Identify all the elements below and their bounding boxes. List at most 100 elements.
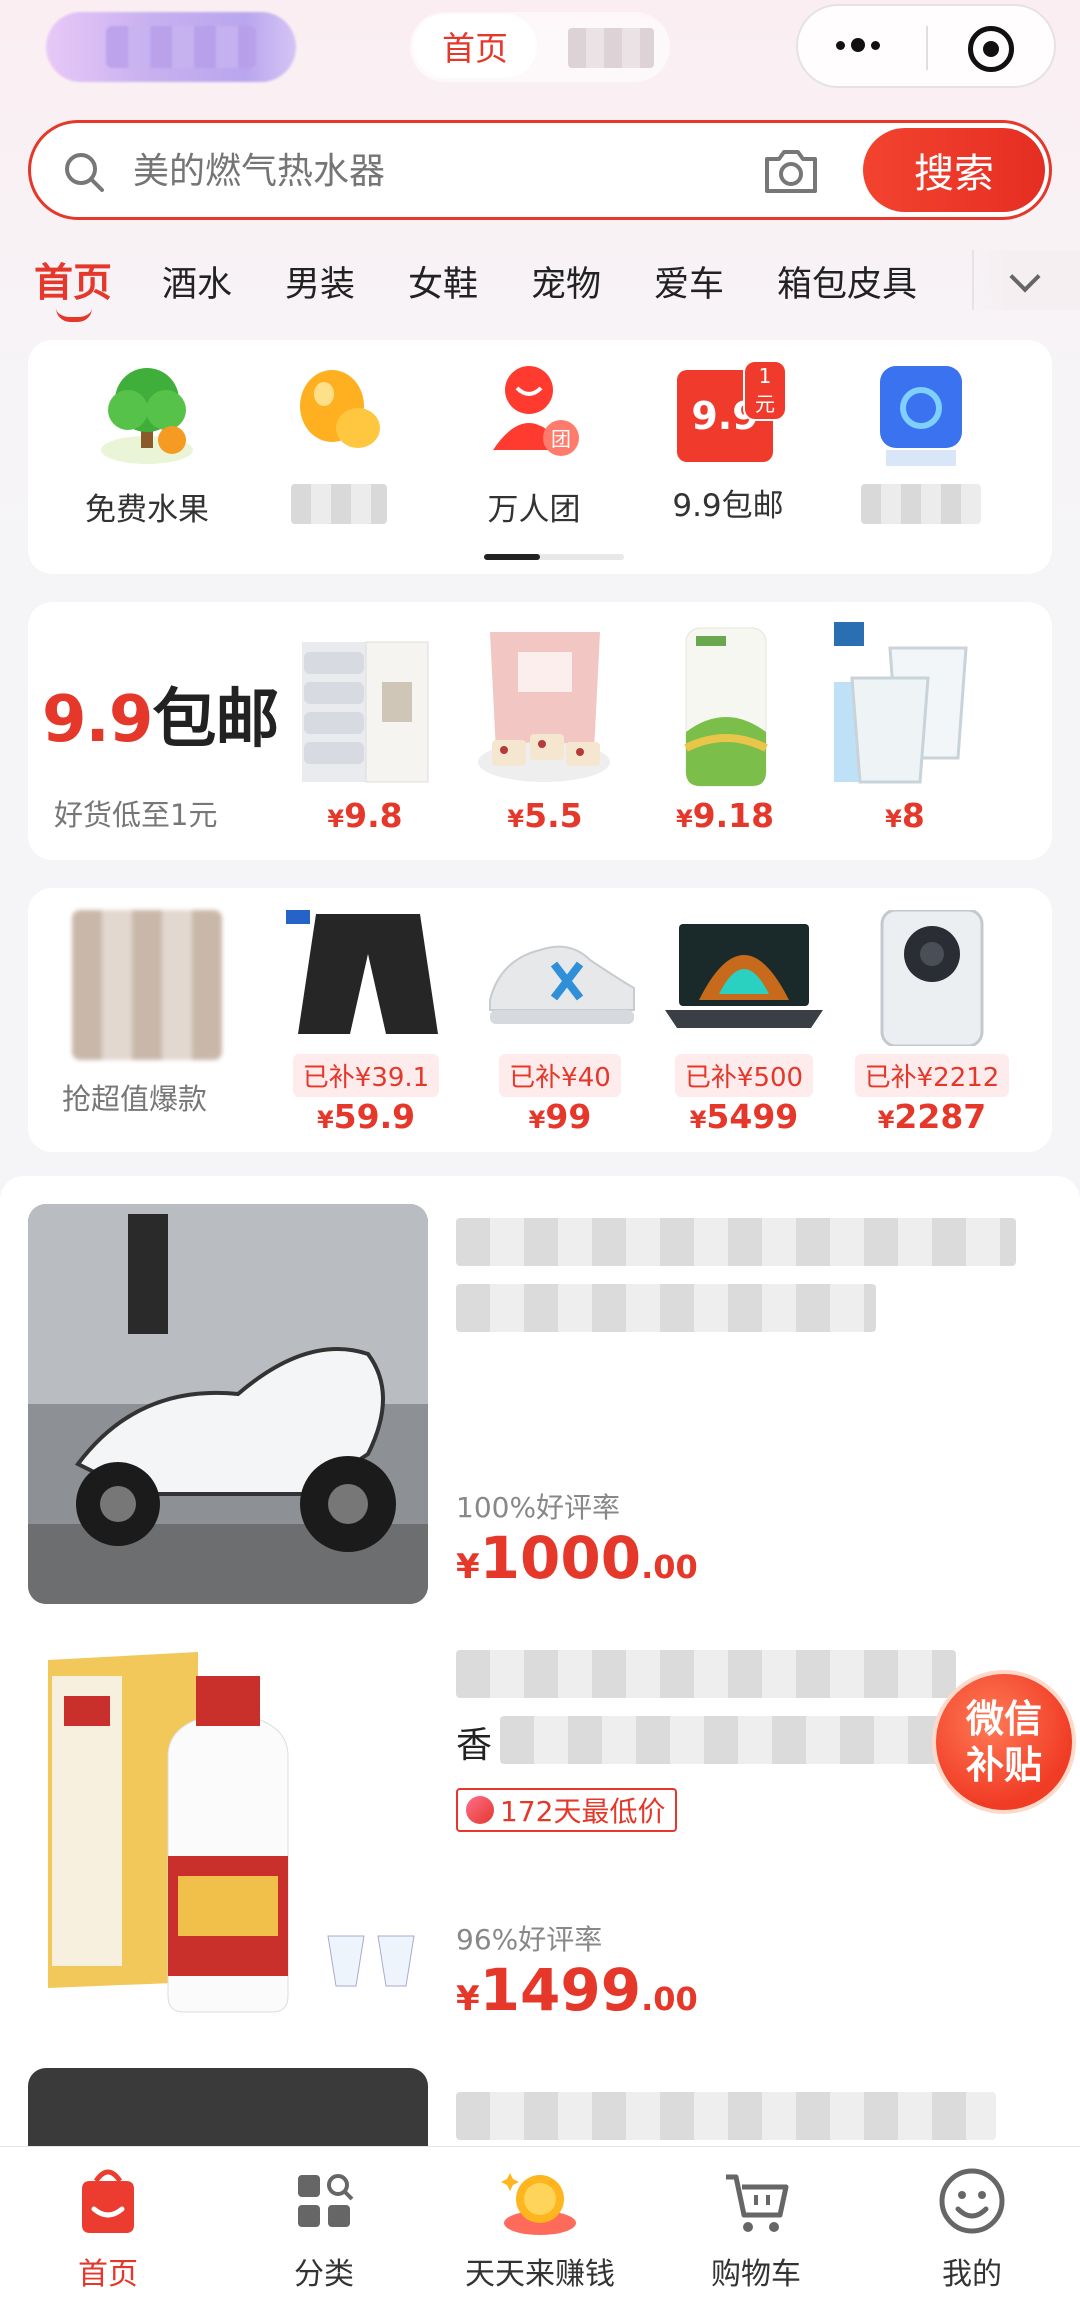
deal-product[interactable]: 已补¥2212 ¥2287 xyxy=(842,908,1022,1136)
pants-icon xyxy=(286,910,438,1034)
blue-box-icon xyxy=(880,366,962,466)
moutai-liquor-image xyxy=(28,1636,428,2036)
search-bar: 搜索 xyxy=(28,120,1052,220)
nav-label: 分类 xyxy=(294,2257,354,2292)
category-grid-icon xyxy=(298,2174,354,2227)
expand-categories-button[interactable] xyxy=(972,250,1080,310)
top-tab-home[interactable]: 首页 xyxy=(413,14,537,78)
deal-product[interactable]: ¥8 xyxy=(830,622,980,835)
top-tab-blurred[interactable] xyxy=(568,28,654,68)
feed-item[interactable] xyxy=(28,2068,1052,2148)
search-icon xyxy=(65,153,104,192)
miniprogram-capsule xyxy=(796,4,1056,88)
subsidy-tag: 已补¥39.1 xyxy=(292,1054,440,1097)
deal-price: ¥99 xyxy=(528,1097,592,1136)
tab-home[interactable]: 首页 xyxy=(34,252,112,308)
nav-category[interactable]: 分类 xyxy=(224,2165,424,2293)
tree-fruit-icon xyxy=(101,368,193,464)
gaming-laptop-icon xyxy=(665,924,823,1028)
feed-item[interactable]: 100%好评率 ¥1000.00 xyxy=(28,1204,1052,1604)
one-yuan-badge: 1元 xyxy=(743,360,787,421)
quick-entry-free-fruit[interactable]: 免费水果 xyxy=(72,358,222,529)
group-buy-icon: 团 xyxy=(493,366,579,456)
tab-liquor[interactable]: 酒水 xyxy=(162,256,232,307)
deal-price: ¥5499 xyxy=(689,1097,799,1136)
deal-price: ¥59.9 xyxy=(316,1097,416,1136)
search-input[interactable] xyxy=(133,145,693,197)
more-icon[interactable] xyxy=(836,38,880,52)
search-button[interactable]: 搜索 xyxy=(863,128,1045,212)
nav-home[interactable]: 首页 xyxy=(8,2165,208,2293)
tissue-pack-icon xyxy=(302,641,429,783)
deal-product[interactable]: 已补¥39.1 ¥59.9 xyxy=(276,910,456,1136)
golden-beans-icon xyxy=(300,370,380,448)
quick-entry-panel: 免费水果 团 万人团 9.9 1元 9.9包邮 xyxy=(28,340,1052,574)
deal-value-panel[interactable]: 抢超值爆款 已补¥39.1 ¥59.9 已补¥40 ¥99 已补¥500 ¥54… xyxy=(28,888,1052,1152)
quick-entry-99[interactable]: 9.9 1元 9.9包邮 xyxy=(653,358,803,525)
feed-price: ¥1000.00 xyxy=(456,1524,698,1592)
quick-entry-scrollbar[interactable] xyxy=(484,554,624,560)
cart-icon xyxy=(726,2174,789,2232)
quick-entry-label: 9.9包邮 xyxy=(672,488,784,524)
deal-99-subtitle: 好货低至1元 xyxy=(54,798,218,832)
deal-product[interactable]: 已补¥40 ¥99 xyxy=(480,910,640,1136)
white-scooter-image xyxy=(28,1204,428,1604)
smiley-profile-icon xyxy=(939,2168,1005,2234)
feed-title-visible: 香 xyxy=(456,1725,493,1766)
subsidy-tag: 已补¥40 xyxy=(499,1054,621,1097)
nav-profile[interactable]: 我的 xyxy=(872,2165,1072,2293)
deal-product[interactable]: ¥5.5 xyxy=(470,622,620,835)
snack-bag-icon xyxy=(478,632,610,782)
chevron-down-icon xyxy=(1009,261,1041,293)
tab-womens-shoes[interactable]: 女鞋 xyxy=(408,256,478,307)
nav-label: 我的 xyxy=(942,2257,1002,2292)
quick-entry-label: 万人团 xyxy=(487,492,581,528)
rice-bag-icon xyxy=(684,627,768,787)
deal-product[interactable]: ¥9.18 xyxy=(650,622,800,835)
nav-earn-money[interactable]: 天天来赚钱 xyxy=(440,2165,640,2293)
deal-99-panel[interactable]: 9.9包邮 好货低至1元 ¥9.8 ¥5.5 ¥9.18 ¥8 xyxy=(28,602,1052,860)
quick-entry-blue-box[interactable] xyxy=(846,358,996,524)
rating-text: 96%好评率 xyxy=(456,1923,603,1956)
subsidy-tag: 已补¥2212 xyxy=(854,1054,1010,1097)
nav-cart[interactable]: 购物车 xyxy=(656,2165,856,2293)
bottom-nav: 首页 分类 天天来赚钱 购物车 我的 xyxy=(0,2146,1080,2297)
deal-price: ¥5.5 xyxy=(507,796,583,835)
lowest-price-tag: 172天最低价 xyxy=(456,1788,678,1832)
smartphone-icon xyxy=(880,908,984,1048)
nav-label: 购物车 xyxy=(711,2257,801,2292)
deal-price: ¥2287 xyxy=(877,1097,987,1136)
quick-entry-label-blurred xyxy=(846,484,996,524)
nav-label: 天天来赚钱 xyxy=(465,2257,615,2292)
tab-bags[interactable]: 箱包皮具 xyxy=(777,256,917,307)
camera-icon[interactable] xyxy=(761,145,821,197)
deal-price: ¥9.8 xyxy=(327,796,403,835)
feed-title-blurred xyxy=(456,1218,1036,1350)
capsule-divider xyxy=(926,26,928,70)
feed-price: ¥1499.00 xyxy=(456,1956,698,2024)
gold-coin-icon xyxy=(501,2173,576,2235)
quick-entry-golden-beans[interactable] xyxy=(264,358,414,524)
quick-entry-label-blurred xyxy=(264,484,414,524)
blurred-account-area[interactable] xyxy=(46,12,296,82)
feed-item[interactable]: 香 172天最低价 96%好评率 ¥1499.00 xyxy=(28,1636,1052,2036)
deal-99-title: 9.9包邮 xyxy=(42,683,279,757)
feed-title-blurred xyxy=(456,2092,1036,2148)
tab-cars[interactable]: 爱车 xyxy=(654,256,724,307)
tab-active-indicator xyxy=(56,308,92,322)
deal-price: ¥8 xyxy=(885,796,925,835)
tab-pets[interactable]: 宠物 xyxy=(531,256,601,307)
wechat-subsidy-badge[interactable]: 微信 补贴 xyxy=(932,1670,1076,1814)
deal-value-subtitle: 抢超值爆款 xyxy=(62,1082,208,1116)
close-target-icon[interactable] xyxy=(968,26,1014,72)
nine-nine-icon: 9.9 1元 xyxy=(673,358,787,468)
deal-product[interactable]: ¥9.8 xyxy=(290,622,440,835)
quick-entry-group-buy[interactable]: 团 万人团 xyxy=(459,358,609,529)
glass-cups-icon xyxy=(834,622,968,784)
tab-menswear[interactable]: 男装 xyxy=(285,256,355,307)
feed-image-partial xyxy=(28,2068,428,2148)
home-bag-icon xyxy=(82,2169,134,2233)
deal-price: ¥9.18 xyxy=(675,796,775,835)
price-drop-icon xyxy=(466,1796,494,1824)
deal-product[interactable]: 已补¥500 ¥5499 xyxy=(654,910,834,1136)
